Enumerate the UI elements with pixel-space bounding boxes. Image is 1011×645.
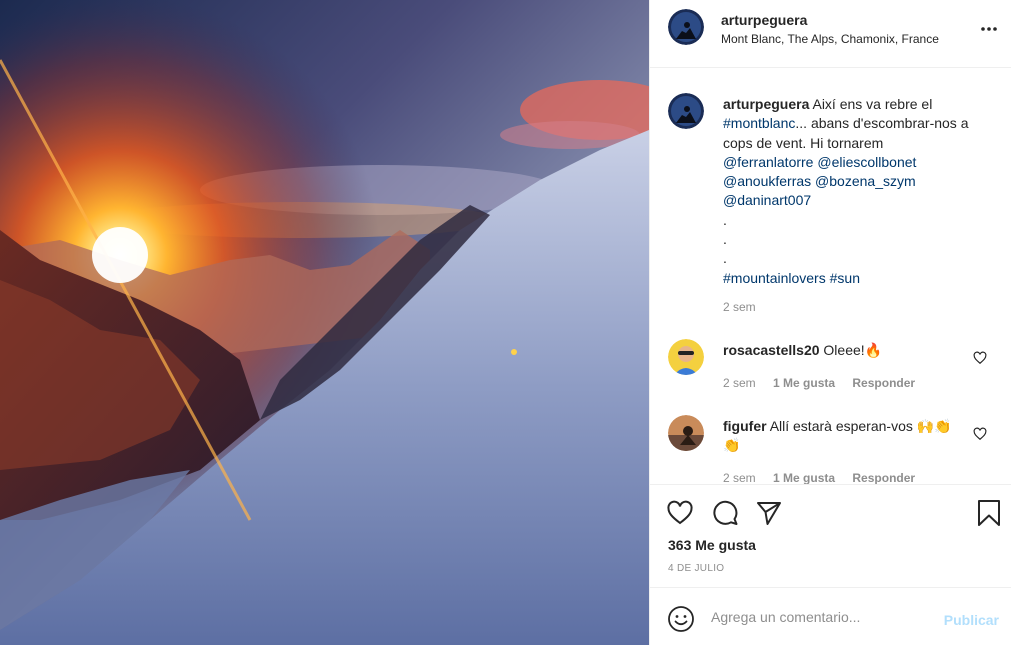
mountain-sunset-image: [0, 0, 649, 645]
caption-hashtag[interactable]: #sun: [830, 270, 860, 286]
add-comment-bar: Publicar: [650, 587, 1011, 645]
mention[interactable]: @daninart007: [723, 192, 811, 208]
mention[interactable]: @eliescollbonet: [817, 154, 916, 170]
post-header: arturpeguera Mont Blanc, The Alps, Chamo…: [650, 0, 1011, 68]
comment-item: rosacastells20 Oleee!🔥 2 sem 1 Me gusta …: [650, 339, 1011, 409]
comment-meta: 2 sem 1 Me gusta Responder: [723, 471, 929, 484]
post-panel: arturpeguera Mont Blanc, The Alps, Chamo…: [649, 0, 1011, 645]
comment-likes[interactable]: 1 Me gusta: [773, 471, 835, 484]
caption-dot: .: [723, 211, 727, 228]
comment-body: Oleee!🔥: [823, 342, 883, 358]
likes-count[interactable]: 363 Me gusta: [668, 537, 756, 553]
comment-meta: 2 sem 1 Me gusta Responder: [723, 376, 929, 390]
caption-hashtag[interactable]: #montblanc: [723, 115, 795, 131]
post-date[interactable]: 4 DE JULIO: [668, 563, 724, 574]
comment-item: figufer Allí estarà esperan-vos 🙌👏👏 2 se…: [650, 415, 1011, 484]
commenter-avatar[interactable]: [668, 339, 704, 375]
comment-heart-icon[interactable]: [973, 351, 987, 365]
action-bar: 363 Me gusta 4 DE JULIO: [650, 484, 1011, 587]
comment-heart-icon[interactable]: [973, 427, 987, 441]
publish-button[interactable]: Publicar: [944, 612, 999, 628]
bookmark-icon[interactable]: [975, 499, 1003, 527]
post-location[interactable]: Mont Blanc, The Alps, Chamonix, France: [721, 32, 939, 46]
comment-time[interactable]: 2 sem: [723, 376, 756, 390]
caption-body-start: Així ens va rebre el: [812, 96, 933, 112]
comment-text: figufer Allí estarà esperan-vos 🙌👏👏: [723, 417, 963, 455]
author-avatar[interactable]: [668, 9, 704, 45]
comment-icon[interactable]: [711, 499, 739, 527]
caption-time[interactable]: 2 sem: [723, 300, 756, 314]
mention[interactable]: @bozena_szym: [815, 173, 916, 189]
commenter-avatar[interactable]: [668, 415, 704, 451]
reply-button[interactable]: Responder: [852, 376, 915, 390]
reply-button[interactable]: Responder: [852, 471, 915, 484]
comment-text: rosacastells20 Oleee!🔥: [723, 341, 963, 360]
comment-username[interactable]: figufer: [723, 418, 767, 434]
share-icon[interactable]: [755, 499, 783, 527]
more-options-icon[interactable]: [979, 22, 999, 36]
post-photo[interactable]: [0, 0, 649, 645]
caption-text: arturpeguera Així ens va rebre el #montb…: [723, 95, 993, 288]
comment-username[interactable]: rosacastells20: [723, 342, 820, 358]
comments-section[interactable]: arturpeguera Així ens va rebre el #montb…: [650, 69, 1011, 484]
mention[interactable]: @anoukferras: [723, 173, 811, 189]
comment-likes[interactable]: 1 Me gusta: [773, 376, 835, 390]
caption-username[interactable]: arturpeguera: [723, 96, 809, 112]
comment-input[interactable]: [711, 606, 936, 628]
mention[interactable]: @ferranlatorre: [723, 154, 813, 170]
caption-dot: .: [723, 231, 727, 248]
caption-avatar[interactable]: [668, 93, 704, 129]
caption-hashtag[interactable]: #mountainlovers: [723, 270, 826, 286]
emoji-icon[interactable]: [667, 605, 695, 633]
author-username[interactable]: arturpeguera: [721, 12, 807, 28]
heart-icon[interactable]: [666, 499, 694, 527]
comment-time[interactable]: 2 sem: [723, 471, 756, 484]
caption-dot: .: [723, 250, 727, 267]
